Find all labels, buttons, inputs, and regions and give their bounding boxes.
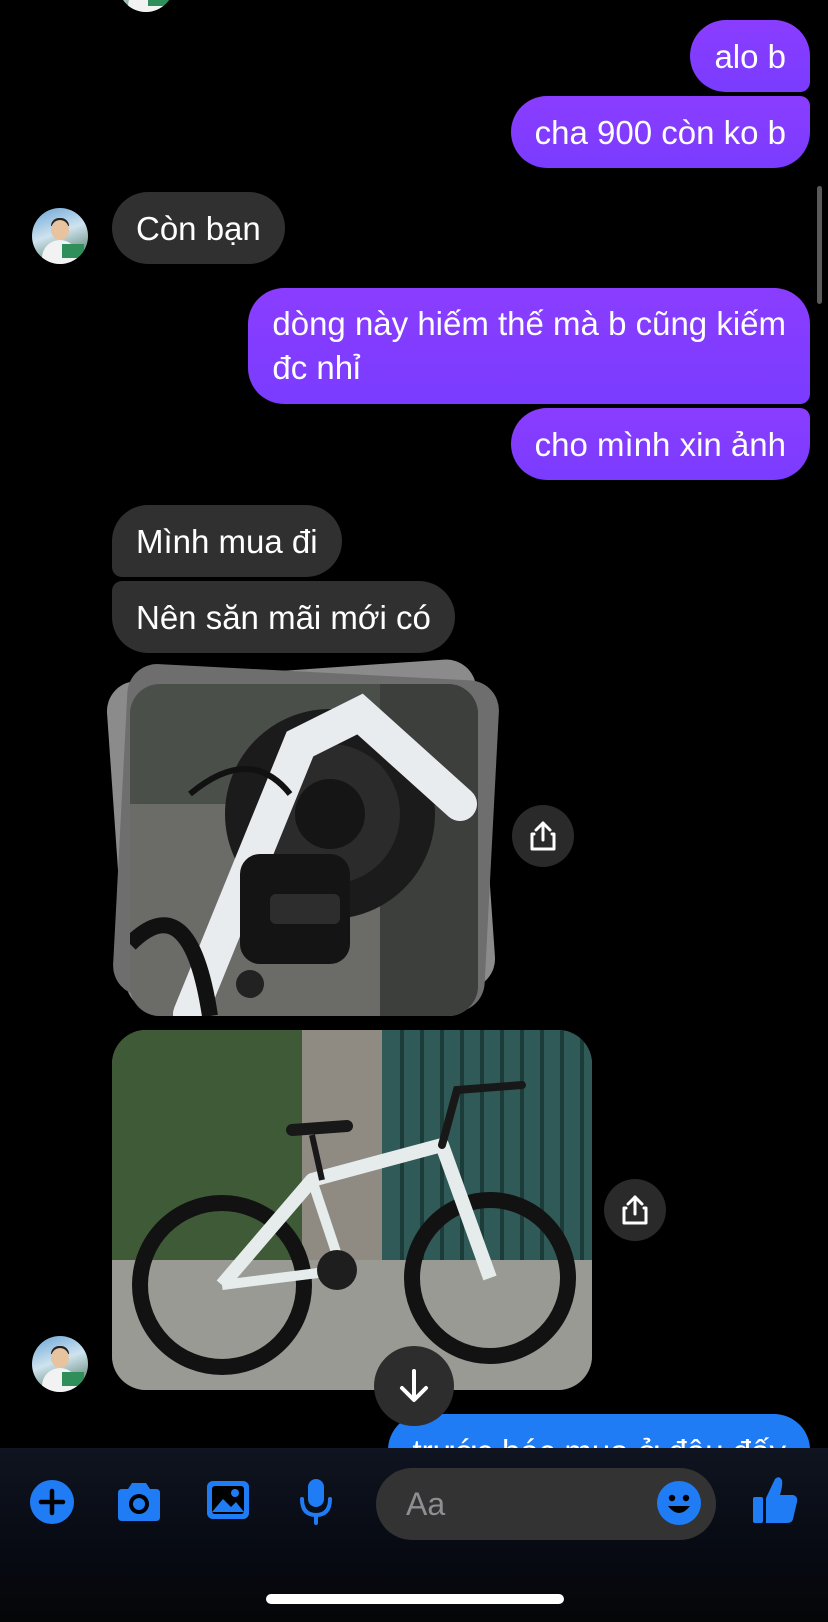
contact-avatar[interactable]	[32, 1336, 88, 1392]
message-outgoing[interactable]: alo b	[690, 20, 810, 92]
image-icon	[207, 1481, 249, 1519]
message-outgoing[interactable]: cho mình xin ảnh	[510, 408, 810, 480]
drivetrain-image	[130, 684, 478, 1016]
photo-bike-drivetrain[interactable]	[130, 684, 478, 1016]
message-text: Còn bạn	[136, 210, 261, 247]
emoji-button[interactable]	[656, 1480, 702, 1526]
message-outgoing[interactable]: dòng này hiếm thế mà b cũng kiếm đc nhỉ	[248, 288, 810, 404]
message-incoming[interactable]: Mình mua đi	[112, 505, 342, 577]
message-text: dòng này hiếm thế mà b cũng kiếm	[272, 305, 786, 342]
bike-image	[112, 1030, 592, 1390]
camera-icon	[118, 1483, 160, 1521]
plus-circle-icon	[30, 1480, 74, 1524]
home-indicator[interactable]	[266, 1594, 564, 1604]
message-input-placeholder: Aa	[406, 1485, 446, 1522]
message-text: đc nhỉ	[272, 349, 361, 386]
add-button[interactable]	[30, 1480, 74, 1524]
arrow-down-icon	[400, 1369, 428, 1402]
scroll-to-bottom-button[interactable]	[374, 1346, 454, 1426]
scrollbar[interactable]	[817, 186, 822, 304]
share-button[interactable]	[512, 805, 574, 867]
message-text: Nên săn mãi mới có	[136, 599, 431, 636]
share-icon	[622, 1195, 648, 1225]
photo-bike-full[interactable]	[112, 1030, 592, 1390]
message-text: alo b	[714, 38, 786, 75]
message-incoming[interactable]: Còn bạn	[112, 192, 285, 264]
photo-stack[interactable]	[104, 657, 501, 1020]
contact-avatar-top[interactable]	[118, 0, 174, 12]
message-text: cho mình xin ảnh	[534, 426, 786, 463]
message-text: cha 900 còn ko b	[534, 114, 786, 151]
thumbs-up-icon	[753, 1477, 798, 1523]
microphone-button[interactable]	[298, 1476, 334, 1526]
message-text: Mình mua đi	[136, 523, 318, 560]
share-button[interactable]	[604, 1179, 666, 1241]
like-button[interactable]	[750, 1474, 800, 1526]
microphone-icon	[300, 1479, 332, 1525]
share-icon	[530, 821, 556, 851]
message-incoming[interactable]: Nên săn mãi mới có	[112, 581, 455, 653]
gallery-button[interactable]	[204, 1478, 252, 1522]
contact-avatar[interactable]	[32, 208, 88, 264]
message-outgoing[interactable]: cha 900 còn ko b	[510, 96, 810, 168]
emoji-icon	[657, 1481, 701, 1525]
camera-button[interactable]	[114, 1480, 164, 1524]
